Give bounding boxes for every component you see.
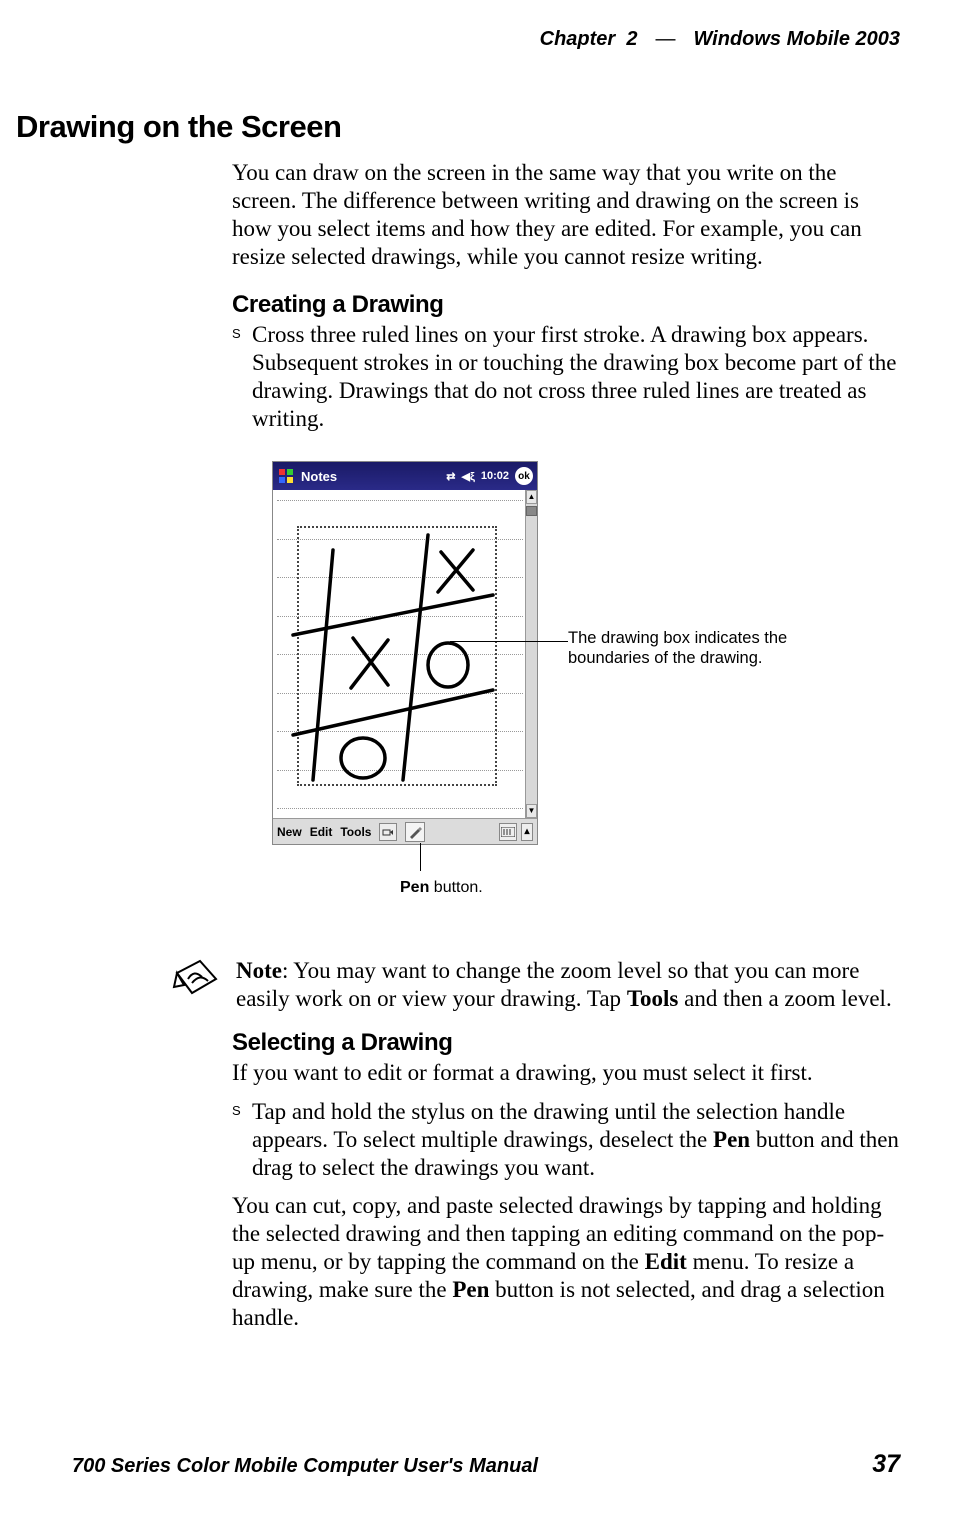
section-heading: Drawing on the Screen <box>16 109 900 145</box>
intro-paragraph: You can draw on the screen in the same w… <box>232 159 900 271</box>
book-title: Windows Mobile 2003 <box>693 28 900 51</box>
note-icon <box>172 957 222 1001</box>
selecting-edit-word: Edit <box>645 1249 687 1274</box>
selecting-bullet: Tap and hold the stylus on the drawing u… <box>232 1098 900 1182</box>
pen-callout-rest: button. <box>429 879 482 896</box>
selecting-intro: If you want to edit or format a drawing,… <box>232 1059 900 1087</box>
manual-title: 700 Series Color Mobile Computer User's … <box>72 1455 538 1478</box>
connectivity-icon[interactable]: ⇄ <box>446 470 455 483</box>
vertical-scrollbar[interactable]: ▲ ▼ <box>525 490 537 818</box>
sip-arrow-icon[interactable]: ▴ <box>521 823 533 841</box>
drawing-box-callout: The drawing box indicates the boundaries… <box>568 629 798 669</box>
pen-callout-bold: Pen <box>400 879 429 896</box>
selecting-pen-word2: Pen <box>452 1277 489 1302</box>
note-body-2: and then a zoom level. <box>678 986 891 1011</box>
sip-keyboard-icon[interactable] <box>499 823 517 841</box>
record-icon[interactable] <box>379 823 397 841</box>
speaker-icon[interactable]: ◀ξ <box>462 470 475 483</box>
creating-heading: Creating a Drawing <box>232 291 900 319</box>
pen-button[interactable] <box>405 822 425 842</box>
note-bold: Note <box>236 958 282 983</box>
figure: Notes ⇄ ◀ξ 10:02 ok <box>272 461 900 917</box>
selecting-pen-word: Pen <box>713 1127 750 1152</box>
selecting-para2: You can cut, copy, and paste selected dr… <box>232 1192 900 1332</box>
separator: — <box>655 28 675 51</box>
menu-tools[interactable]: Tools <box>340 825 371 839</box>
menu-new[interactable]: New <box>277 825 302 839</box>
chapter-word: Chapter <box>540 28 616 50</box>
ok-button[interactable]: ok <box>515 467 533 485</box>
footer: 700 Series Color Mobile Computer User's … <box>72 1450 900 1479</box>
tictactoe-drawing <box>273 490 525 818</box>
scroll-up-arrow[interactable]: ▲ <box>526 490 537 504</box>
scroll-thumb[interactable] <box>526 506 537 516</box>
device-screenshot: Notes ⇄ ◀ξ 10:02 ok <box>272 461 538 845</box>
note-tools-word: Tools <box>627 986 679 1011</box>
chapter-number: 2 <box>626 28 637 50</box>
menu-edit[interactable]: Edit <box>310 825 333 839</box>
creating-bullet: Cross three ruled lines on your first st… <box>232 321 900 433</box>
note-text: Note: You may want to change the zoom le… <box>236 957 900 1013</box>
page-number: 37 <box>872 1450 900 1479</box>
device-menubar: New Edit Tools ▴ <box>273 818 537 844</box>
scroll-down-arrow[interactable]: ▼ <box>526 804 537 818</box>
start-icon[interactable] <box>277 467 295 485</box>
drawing-canvas[interactable]: ▲ ▼ <box>273 490 537 818</box>
chapter-label: Chapter 2 <box>540 28 638 51</box>
clock-time[interactable]: 10:02 <box>481 470 509 482</box>
note-block: Note: You may want to change the zoom le… <box>172 957 900 1013</box>
selecting-heading: Selecting a Drawing <box>232 1029 900 1057</box>
device-titlebar: Notes ⇄ ◀ξ 10:02 ok <box>273 462 537 490</box>
app-title: Notes <box>301 469 337 484</box>
callout-leader-line <box>450 641 568 642</box>
running-head: Chapter 2 — Windows Mobile 2003 <box>72 28 900 51</box>
